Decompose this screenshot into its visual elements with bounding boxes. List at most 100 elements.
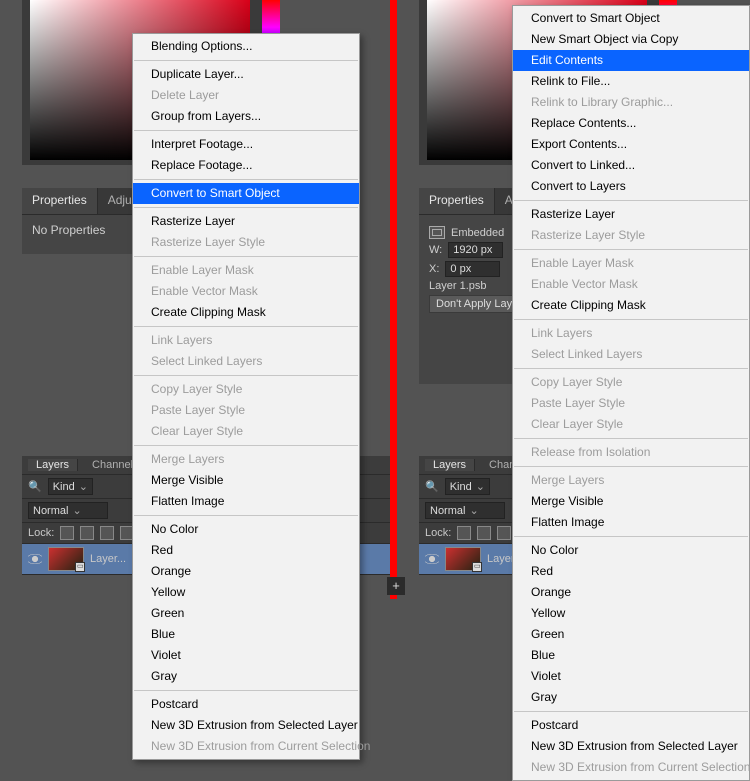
menu-item-enable-layer-mask: Enable Layer Mask [133, 260, 359, 281]
smartobject-badge-icon [75, 562, 85, 572]
menu-item-new-3d-extrusion-from-selected-layer[interactable]: New 3D Extrusion from Selected Layer [513, 736, 749, 757]
left-panel: Properties Adju No Properties Layers Cha… [0, 0, 390, 599]
menu-separator [134, 256, 358, 257]
lock-transparency-icon[interactable] [457, 526, 471, 540]
lock-position-icon[interactable] [497, 526, 511, 540]
add-row-icon[interactable]: + [387, 577, 405, 595]
menu-item-copy-layer-style: Copy Layer Style [513, 372, 749, 393]
menu-separator [134, 60, 358, 61]
menu-item-violet[interactable]: Violet [133, 645, 359, 666]
menu-item-blending-options[interactable]: Blending Options... [133, 36, 359, 57]
menu-item-relink-to-library-graphic: Relink to Library Graphic... [513, 92, 749, 113]
menu-item-replace-footage[interactable]: Replace Footage... [133, 155, 359, 176]
kind-filter[interactable]: Kind [445, 478, 490, 495]
lock-transparency-icon[interactable] [60, 526, 74, 540]
menu-item-blue[interactable]: Blue [133, 624, 359, 645]
menu-item-no-color[interactable]: No Color [133, 519, 359, 540]
menu-item-merge-visible[interactable]: Merge Visible [133, 470, 359, 491]
menu-item-paste-layer-style: Paste Layer Style [513, 393, 749, 414]
x-field[interactable]: 0 px [445, 261, 500, 277]
menu-item-convert-to-linked[interactable]: Convert to Linked... [513, 155, 749, 176]
menu-item-postcard[interactable]: Postcard [133, 694, 359, 715]
menu-separator [514, 711, 748, 712]
menu-item-replace-contents[interactable]: Replace Contents... [513, 113, 749, 134]
menu-item-red[interactable]: Red [133, 540, 359, 561]
smartobject-icon [429, 226, 445, 239]
tab-properties[interactable]: Properties [419, 188, 495, 214]
menu-item-convert-to-smart-object[interactable]: Convert to Smart Object [133, 183, 359, 204]
menu-item-create-clipping-mask[interactable]: Create Clipping Mask [513, 295, 749, 316]
menu-item-green[interactable]: Green [133, 603, 359, 624]
menu-item-rasterize-layer-style: Rasterize Layer Style [513, 225, 749, 246]
menu-item-violet[interactable]: Violet [513, 666, 749, 687]
menu-item-export-contents[interactable]: Export Contents... [513, 134, 749, 155]
menu-separator [134, 375, 358, 376]
menu-item-gray[interactable]: Gray [133, 666, 359, 687]
menu-separator [134, 515, 358, 516]
layer-context-menu[interactable]: Blending Options... Duplicate Layer...Del… [132, 33, 360, 760]
visibility-icon[interactable] [425, 552, 439, 566]
menu-item-yellow[interactable]: Yellow [513, 603, 749, 624]
comparison-divider [390, 0, 397, 599]
menu-item-flatten-image[interactable]: Flatten Image [133, 491, 359, 512]
search-icon: 🔍 [28, 480, 42, 493]
menu-item-relink-to-file[interactable]: Relink to File... [513, 71, 749, 92]
layer-thumbnail[interactable] [48, 547, 84, 571]
visibility-icon[interactable] [28, 552, 42, 566]
menu-item-duplicate-layer[interactable]: Duplicate Layer... [133, 64, 359, 85]
menu-separator [514, 536, 748, 537]
menu-item-rasterize-layer[interactable]: Rasterize Layer [513, 204, 749, 225]
width-field[interactable]: 1920 px [448, 242, 503, 258]
dont-apply-layer-comp-button[interactable]: Don't Apply Laye [429, 295, 525, 313]
menu-item-delete-layer: Delete Layer [133, 85, 359, 106]
menu-item-orange[interactable]: Orange [133, 561, 359, 582]
psb-filename: Layer 1.psb [429, 280, 486, 292]
tab-layers[interactable]: Layers [28, 459, 78, 471]
menu-item-blue[interactable]: Blue [513, 645, 749, 666]
menu-item-interpret-footage[interactable]: Interpret Footage... [133, 134, 359, 155]
menu-item-link-layers: Link Layers [133, 330, 359, 351]
menu-separator [134, 690, 358, 691]
menu-item-select-linked-layers: Select Linked Layers [513, 344, 749, 365]
lock-position-icon[interactable] [100, 526, 114, 540]
blend-mode-select[interactable]: Normal [425, 502, 505, 519]
no-properties-text: No Properties [32, 223, 105, 237]
menu-item-clear-layer-style: Clear Layer Style [133, 421, 359, 442]
kind-filter[interactable]: Kind [48, 478, 93, 495]
menu-item-link-layers: Link Layers [513, 323, 749, 344]
right-panel: Properties Adj Embedded W: 1920 px X: 0 … [397, 0, 750, 599]
lock-image-icon[interactable] [477, 526, 491, 540]
menu-item-green[interactable]: Green [513, 624, 749, 645]
menu-item-create-clipping-mask[interactable]: Create Clipping Mask [133, 302, 359, 323]
menu-separator [514, 466, 748, 467]
blend-mode-select[interactable]: Normal [28, 502, 108, 519]
x-label: X: [429, 263, 439, 275]
tab-layers[interactable]: Layers [425, 459, 475, 471]
menu-item-convert-to-layers[interactable]: Convert to Layers [513, 176, 749, 197]
menu-separator [514, 249, 748, 250]
layer-thumbnail[interactable] [445, 547, 481, 571]
layer-context-menu[interactable]: Convert to Smart ObjectNew Smart Object … [512, 5, 750, 781]
menu-item-red[interactable]: Red [513, 561, 749, 582]
menu-item-yellow[interactable]: Yellow [133, 582, 359, 603]
menu-separator [134, 207, 358, 208]
menu-item-merge-layers: Merge Layers [133, 449, 359, 470]
layer-name[interactable]: Layer... [90, 553, 126, 565]
tab-properties[interactable]: Properties [22, 188, 98, 214]
menu-item-enable-vector-mask: Enable Vector Mask [513, 274, 749, 295]
menu-item-gray[interactable]: Gray [513, 687, 749, 708]
menu-item-new-3d-extrusion-from-selected-layer[interactable]: New 3D Extrusion from Selected Layer [133, 715, 359, 736]
menu-item-edit-contents[interactable]: Edit Contents [513, 50, 749, 71]
menu-item-new-smart-object-via-copy[interactable]: New Smart Object via Copy [513, 29, 749, 50]
menu-item-postcard[interactable]: Postcard [513, 715, 749, 736]
menu-item-no-color[interactable]: No Color [513, 540, 749, 561]
menu-item-merge-visible[interactable]: Merge Visible [513, 491, 749, 512]
menu-item-rasterize-layer-style: Rasterize Layer Style [133, 232, 359, 253]
embedded-label: Embedded [451, 227, 504, 239]
menu-item-flatten-image[interactable]: Flatten Image [513, 512, 749, 533]
lock-image-icon[interactable] [80, 526, 94, 540]
menu-item-group-from-layers[interactable]: Group from Layers... [133, 106, 359, 127]
menu-item-rasterize-layer[interactable]: Rasterize Layer [133, 211, 359, 232]
menu-item-convert-to-smart-object[interactable]: Convert to Smart Object [513, 8, 749, 29]
menu-item-orange[interactable]: Orange [513, 582, 749, 603]
